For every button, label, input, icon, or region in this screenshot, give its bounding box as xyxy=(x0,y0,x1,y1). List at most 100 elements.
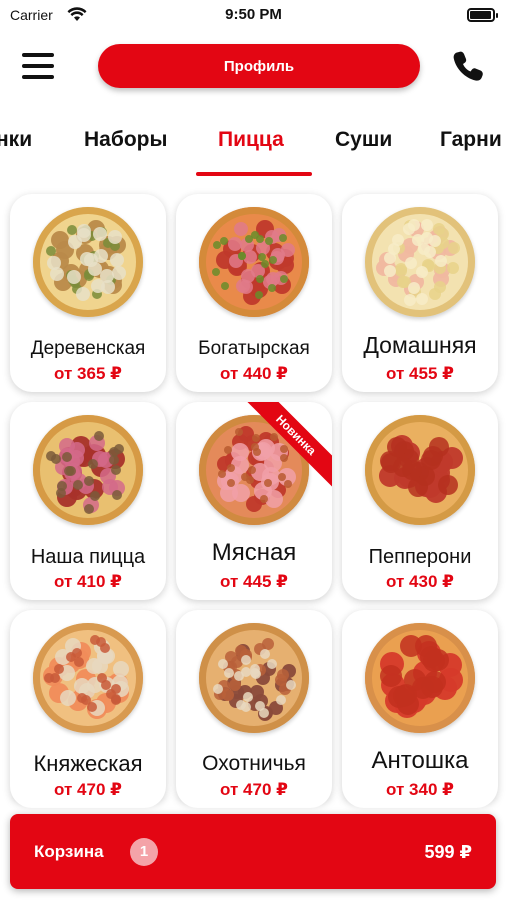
pizza-topping xyxy=(59,690,76,707)
pizza-topping xyxy=(93,430,104,441)
pizza-topping xyxy=(238,251,247,260)
product-name: Охотничья xyxy=(202,752,306,775)
pizza-topping xyxy=(242,691,253,702)
active-tab-indicator xyxy=(196,172,312,176)
tab-pizza[interactable]: Пицца xyxy=(218,128,284,152)
pizza-topping xyxy=(392,457,413,478)
cart-total: 599 ₽ xyxy=(424,842,472,862)
pizza-image xyxy=(365,623,475,733)
product-name: Деревенская xyxy=(30,338,146,359)
pizza-topping xyxy=(241,654,252,665)
pizza-topping xyxy=(278,233,287,242)
pizza-topping xyxy=(226,464,235,473)
pizza-topping xyxy=(283,479,292,488)
pizza-topping xyxy=(446,261,459,274)
pizza-topping xyxy=(264,236,273,245)
tab-drinks[interactable]: нки xyxy=(0,128,32,152)
pizza-topping xyxy=(77,227,92,242)
pizza-topping xyxy=(89,491,100,502)
pizza-topping xyxy=(233,221,248,236)
cart-count-badge: 1 xyxy=(130,838,158,866)
pizza-topping xyxy=(407,476,428,497)
product-price: от 340 ₽ xyxy=(386,780,454,799)
product-price: от 430 ₽ xyxy=(386,572,454,591)
product-name: Богатырская xyxy=(198,338,310,359)
pizza-topping xyxy=(226,479,235,487)
scroll-fade xyxy=(0,800,507,814)
pizza-topping xyxy=(279,444,288,453)
product-price: от 455 ₽ xyxy=(386,364,454,383)
product-name: Мясная xyxy=(211,539,297,566)
pizza-topping xyxy=(65,465,76,476)
pizza-topping xyxy=(379,664,402,687)
battery-level xyxy=(470,11,491,19)
pizza-topping xyxy=(386,436,407,457)
product-card[interactable]: Наша пицца от 410 ₽ xyxy=(10,402,166,600)
product-name: Княжеская xyxy=(33,751,143,776)
tab-sets[interactable]: Наборы xyxy=(84,128,167,152)
tab-sides[interactable]: Гарни xyxy=(440,128,502,152)
product-card[interactable]: Деревенская от 365 ₽ xyxy=(10,194,166,392)
pizza-image xyxy=(365,415,475,525)
pizza-topping xyxy=(111,490,122,501)
pizza-topping xyxy=(107,229,122,244)
pizza-topping xyxy=(83,504,94,515)
pizza-topping xyxy=(258,707,269,718)
pizza-topping xyxy=(447,241,460,254)
pizza-topping xyxy=(251,433,260,442)
cart-button[interactable]: Корзина 1 599 ₽ xyxy=(10,814,496,889)
pizza-image xyxy=(33,207,143,317)
pizza-topping xyxy=(228,236,243,251)
pizza-topping xyxy=(260,260,269,269)
pizza-topping xyxy=(429,234,441,247)
pizza-topping xyxy=(277,472,286,481)
pizza-topping xyxy=(279,275,288,284)
cart-label: Корзина xyxy=(34,842,104,861)
tab-sushi[interactable]: Суши xyxy=(335,128,392,152)
pizza-topping xyxy=(403,293,416,306)
pizza-topping xyxy=(233,670,244,681)
product-card[interactable]: Пепперони от 430 ₽ xyxy=(342,402,498,600)
pizza-topping xyxy=(285,680,296,691)
product-card[interactable]: Домашняя от 455 ₽ xyxy=(342,194,498,392)
pizza-topping xyxy=(255,274,264,283)
pizza-topping xyxy=(434,254,447,267)
product-name: Наша пицца xyxy=(30,546,146,568)
phone-icon[interactable] xyxy=(450,48,486,84)
product-card[interactable]: Княжеская от 470 ₽ xyxy=(10,610,166,808)
hamburger-menu-icon[interactable] xyxy=(22,53,54,79)
pizza-topping xyxy=(421,449,442,470)
pizza-topping xyxy=(236,699,247,710)
pizza-image xyxy=(33,415,143,525)
pizza-topping xyxy=(414,635,437,658)
pizza-topping xyxy=(260,648,271,659)
product-price: от 410 ₽ xyxy=(54,572,122,591)
pizza-topping xyxy=(220,281,229,290)
category-tabs: нки Наборы Пицца Суши Гарни xyxy=(0,122,507,162)
product-price: от 470 ₽ xyxy=(220,780,288,799)
status-bar: Carrier 9:50 PM xyxy=(0,0,507,30)
pizza-topping xyxy=(408,281,421,294)
product-name: Антошка xyxy=(371,747,469,774)
pizza-image xyxy=(199,207,309,317)
pizza-topping xyxy=(108,455,119,466)
pizza-topping xyxy=(93,226,108,241)
product-price: от 365 ₽ xyxy=(54,364,122,383)
pizza-image xyxy=(365,207,475,317)
pizza-topping xyxy=(383,252,396,265)
pizza-topping xyxy=(255,290,264,299)
profile-button[interactable]: Профиль xyxy=(98,44,420,88)
pizza-image xyxy=(199,623,309,733)
pizza-topping xyxy=(407,219,420,232)
product-card[interactable]: Антошка от 340 ₽ xyxy=(342,610,498,808)
product-card[interactable]: Богатырская от 440 ₽ xyxy=(176,194,332,392)
pizza-topping xyxy=(415,293,428,306)
product-name: Пепперони xyxy=(368,546,472,568)
product-card[interactable]: Новинка Мясная от 445 ₽ xyxy=(176,402,332,600)
pizza-topping xyxy=(275,694,286,705)
pizza-topping xyxy=(434,280,447,293)
pizza-image xyxy=(33,623,143,733)
product-card[interactable]: Охотничья от 470 ₽ xyxy=(176,610,332,808)
pizza-topping xyxy=(260,494,269,503)
pizza-topping xyxy=(280,453,289,462)
